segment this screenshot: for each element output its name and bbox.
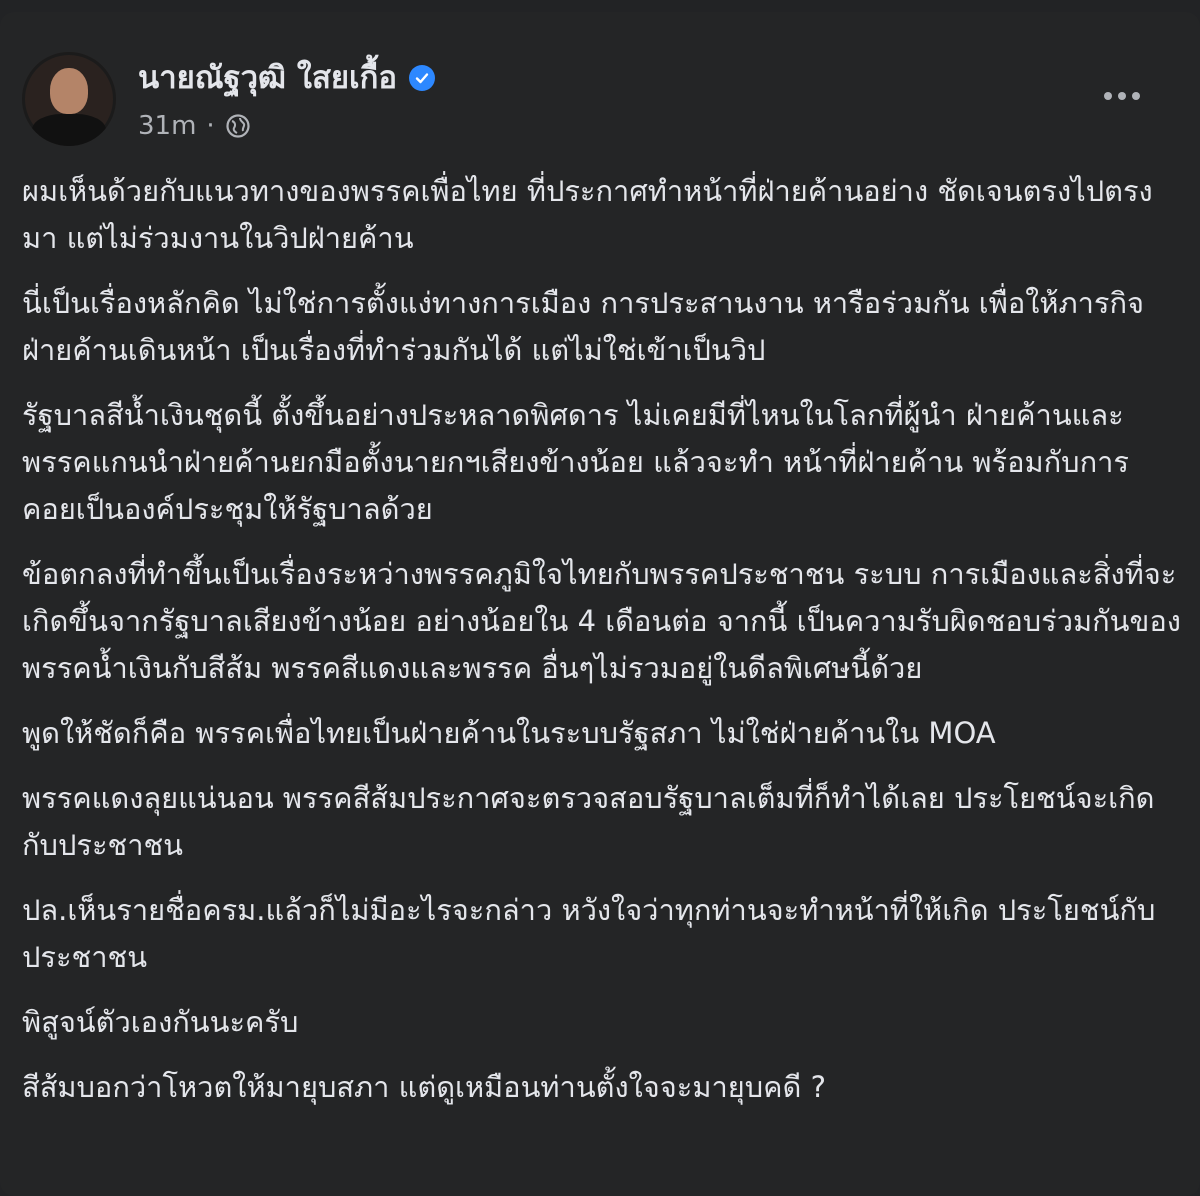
verified-badge-icon: [409, 65, 436, 91]
post-meta: 31m ·: [138, 108, 251, 144]
post-paragraph: ผมเห็นด้วยกับแนวทางของพรรคเพื่อไทย ที่ปร…: [22, 174, 1153, 255]
post-header: นายณัฐวุฒิ ใสยเกื้อ 31m ·: [22, 52, 1182, 152]
post-timestamp[interactable]: 31m: [138, 111, 196, 141]
post-paragraph: พูดให้ชัดก็คือ พรรคเพื่อไทยเป็นฝ่ายค้านใ…: [22, 716, 996, 750]
post-paragraph: พิสูจน์ตัวเองกันนะครับ: [22, 1005, 299, 1039]
avatar-body: [32, 114, 106, 146]
post-body: ผมเห็นด้วยกับแนวทางของพรรคเพื่อไทย ที่ปร…: [22, 168, 1182, 1129]
post-paragraph: ปล.เห็นรายชื่อครม.แล้วก็ไม่มีอะไรจะกล่าว…: [22, 893, 1156, 974]
post-card: นายณัฐวุฒิ ใสยเกื้อ 31m · ผมเห็นด้วยกับแ…: [0, 12, 1200, 1196]
post-paragraph: นี่เป็นเรื่องหลักคิด ไม่ใช่การตั้งแง่ทาง…: [22, 286, 1145, 367]
more-dot: [1132, 92, 1140, 100]
post-paragraph: ข้อตกลงที่ทำขึ้นเป็นเรื่องระหว่างพรรคภูม…: [22, 557, 1181, 685]
post-paragraph: สีส้มบอกว่าโหวตให้มายุบสภา แต่ดูเหมือนท่…: [22, 1070, 826, 1104]
avatar-face: [50, 68, 88, 114]
post-paragraph: พรรคแดงลุยแน่นอน พรรคสีส้มประกาศจะตรวจสอ…: [22, 781, 1155, 862]
globe-icon[interactable]: [225, 113, 251, 139]
more-dot: [1118, 92, 1126, 100]
more-dot: [1104, 92, 1112, 100]
post-paragraph: รัฐบาลสีน้ำเงินชุดนี้ ตั้งขึ้นอย่างประหล…: [22, 398, 1130, 526]
more-options-icon[interactable]: [1092, 76, 1152, 116]
meta-separator: ·: [206, 111, 215, 141]
author-name[interactable]: นายณัฐวุฒิ ใสยเกื้อ: [138, 58, 397, 98]
avatar[interactable]: [22, 52, 116, 146]
author-row: นายณัฐวุฒิ ใสยเกื้อ: [138, 56, 436, 100]
